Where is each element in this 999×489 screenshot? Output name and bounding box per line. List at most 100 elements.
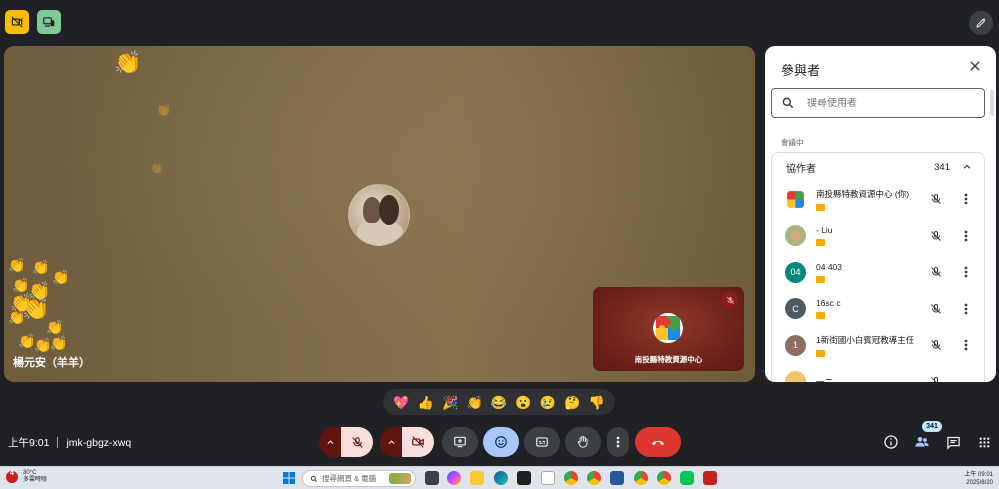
chevron-up-icon[interactable] (962, 162, 972, 172)
store-icon[interactable] (517, 471, 531, 485)
weather-temp: 30°C (23, 470, 37, 476)
leave-call-button[interactable] (635, 427, 681, 457)
participant-row[interactable]: C 16sc c (772, 291, 984, 328)
chat-icon (946, 436, 960, 450)
search-field[interactable] (771, 88, 985, 118)
avatar: C (785, 298, 806, 320)
mic-off-icon[interactable] (930, 193, 942, 205)
participant-name: 南投縣特教資源中心 (你) (816, 188, 910, 199)
camera-toggle-button[interactable] (402, 427, 434, 457)
reaction-sad[interactable]: 😢 (540, 396, 556, 409)
reaction-heart[interactable]: 💖 (393, 396, 409, 409)
people-button[interactable] (913, 433, 931, 451)
participant-name-label: 楊元安（羊羊） (13, 357, 90, 369)
participant-row[interactable]: 1 1新街國小白賓冠教導主任 (772, 327, 984, 364)
chrome-icon[interactable] (587, 471, 601, 485)
participant-row[interactable]: 南投縣特教資源中心 (你) (772, 181, 984, 218)
search-input[interactable] (807, 97, 967, 109)
reaction-emoji-float: 👏 (22, 296, 50, 321)
divider (57, 437, 59, 448)
taskbar-search[interactable]: 搜尋網頁 & 電腦 (302, 470, 416, 487)
file-explorer-icon[interactable] (470, 471, 484, 485)
participant-row[interactable]: - Liu (772, 218, 984, 255)
more-vert-icon[interactable] (964, 230, 968, 242)
group-title: 協作者 (786, 163, 816, 175)
raise-hand-button[interactable] (565, 427, 601, 457)
in-meeting-section-label: 會議中 (781, 138, 804, 147)
mic-off-icon[interactable] (930, 339, 942, 351)
video-options-button[interactable] (380, 427, 402, 457)
participant-row[interactable]: 一二 (772, 364, 984, 382)
reaction-clap[interactable]: 👏 (466, 396, 482, 409)
chrome-icon[interactable] (564, 471, 578, 485)
present-screen-icon (454, 436, 466, 448)
mic-toggle-button[interactable] (341, 427, 373, 457)
chat-button[interactable] (944, 433, 962, 451)
main-video-tile[interactable]: 👏 👏 👏 👏 👏 👏 👏 👏 👏 👏 👏 👏 👏 👏 👏 楊元安（羊羊） 南投… (4, 46, 755, 382)
more-vert-icon[interactable] (964, 266, 968, 278)
apps-grid-icon (979, 437, 989, 447)
weather-widget[interactable]: 4 30°C 多雲時陰 (6, 470, 47, 484)
participant-name: 16sc c (816, 298, 841, 309)
more-options-button[interactable] (607, 427, 629, 457)
host-badge (816, 312, 825, 320)
reaction-thumbs-up[interactable]: 👍 (418, 396, 434, 409)
windows-start-icon[interactable] (282, 471, 296, 485)
system-clock[interactable]: 上午 09:01 2025/8/20 (964, 471, 993, 487)
participant-name: 一二 (816, 376, 834, 382)
chrome-icon[interactable] (657, 471, 671, 485)
edit-background-icon (976, 18, 986, 28)
participants-panel: 參與者 會議中 協作者 341 南投縣特教資源中心 (你) - Liu 04 (765, 46, 996, 382)
participant-avatar (348, 184, 410, 246)
current-time: 上午9:01 (8, 437, 50, 449)
devices-button[interactable] (37, 10, 61, 34)
avatar: 04 (785, 261, 806, 283)
mic-off-icon[interactable] (930, 303, 942, 315)
more-vert-icon[interactable] (964, 339, 968, 351)
effects-button[interactable] (969, 11, 993, 35)
devices-icon (43, 17, 55, 27)
puzzle-logo-icon (787, 190, 804, 208)
reaction-thinking[interactable]: 🤔 (564, 396, 580, 409)
weather-icon: 4 (6, 470, 18, 483)
camera-off-status-button[interactable] (5, 10, 29, 34)
captions-icon (536, 437, 548, 447)
avatar-initials: C (792, 303, 799, 314)
reaction-emoji-float: 👏 (12, 277, 30, 293)
meeting-details-button[interactable] (882, 433, 900, 451)
reaction-party[interactable]: 🎉 (442, 396, 458, 409)
more-vert-icon[interactable] (964, 193, 968, 205)
reactions-button[interactable] (483, 427, 519, 457)
captions-button[interactable] (524, 427, 560, 457)
info-icon (884, 435, 898, 449)
audio-options-button[interactable] (319, 427, 341, 457)
avatar (785, 225, 806, 247)
more-vert-icon[interactable] (964, 303, 968, 315)
task-view-icon[interactable] (425, 471, 439, 485)
word-icon[interactable] (610, 471, 624, 485)
reaction-laugh[interactable]: 😂 (491, 396, 507, 409)
reaction-surprised[interactable]: 😮 (515, 396, 531, 409)
copilot-icon[interactable] (447, 471, 461, 485)
chrome-icon[interactable] (634, 471, 648, 485)
reaction-emoji-float: 👏 (46, 319, 64, 335)
mic-off-icon[interactable] (930, 230, 942, 242)
panel-scrollbar[interactable] (990, 90, 994, 116)
reaction-thumbs-down[interactable]: 👎 (589, 396, 605, 409)
close-icon[interactable] (968, 59, 982, 73)
mic-off-icon[interactable] (930, 266, 942, 278)
line-app-icon[interactable] (680, 471, 694, 485)
avatar-initials: 1 (792, 340, 798, 351)
participant-row[interactable]: 04 04 403 (772, 254, 984, 291)
activities-button[interactable] (975, 433, 993, 451)
self-view-tile[interactable]: 南投縣特教資源中心 (593, 287, 744, 371)
reaction-emoji-float: 👏 (156, 103, 171, 117)
contributors-group-header[interactable]: 協作者 341 (772, 153, 984, 181)
pdf-icon[interactable] (703, 471, 717, 485)
mic-off-icon[interactable] (930, 376, 942, 382)
present-screen-button[interactable] (442, 427, 478, 457)
edge-browser-icon[interactable] (494, 471, 508, 485)
app-icon[interactable] (541, 471, 555, 485)
reaction-emoji-float: 👏 (150, 163, 164, 175)
hand-icon (577, 435, 588, 448)
